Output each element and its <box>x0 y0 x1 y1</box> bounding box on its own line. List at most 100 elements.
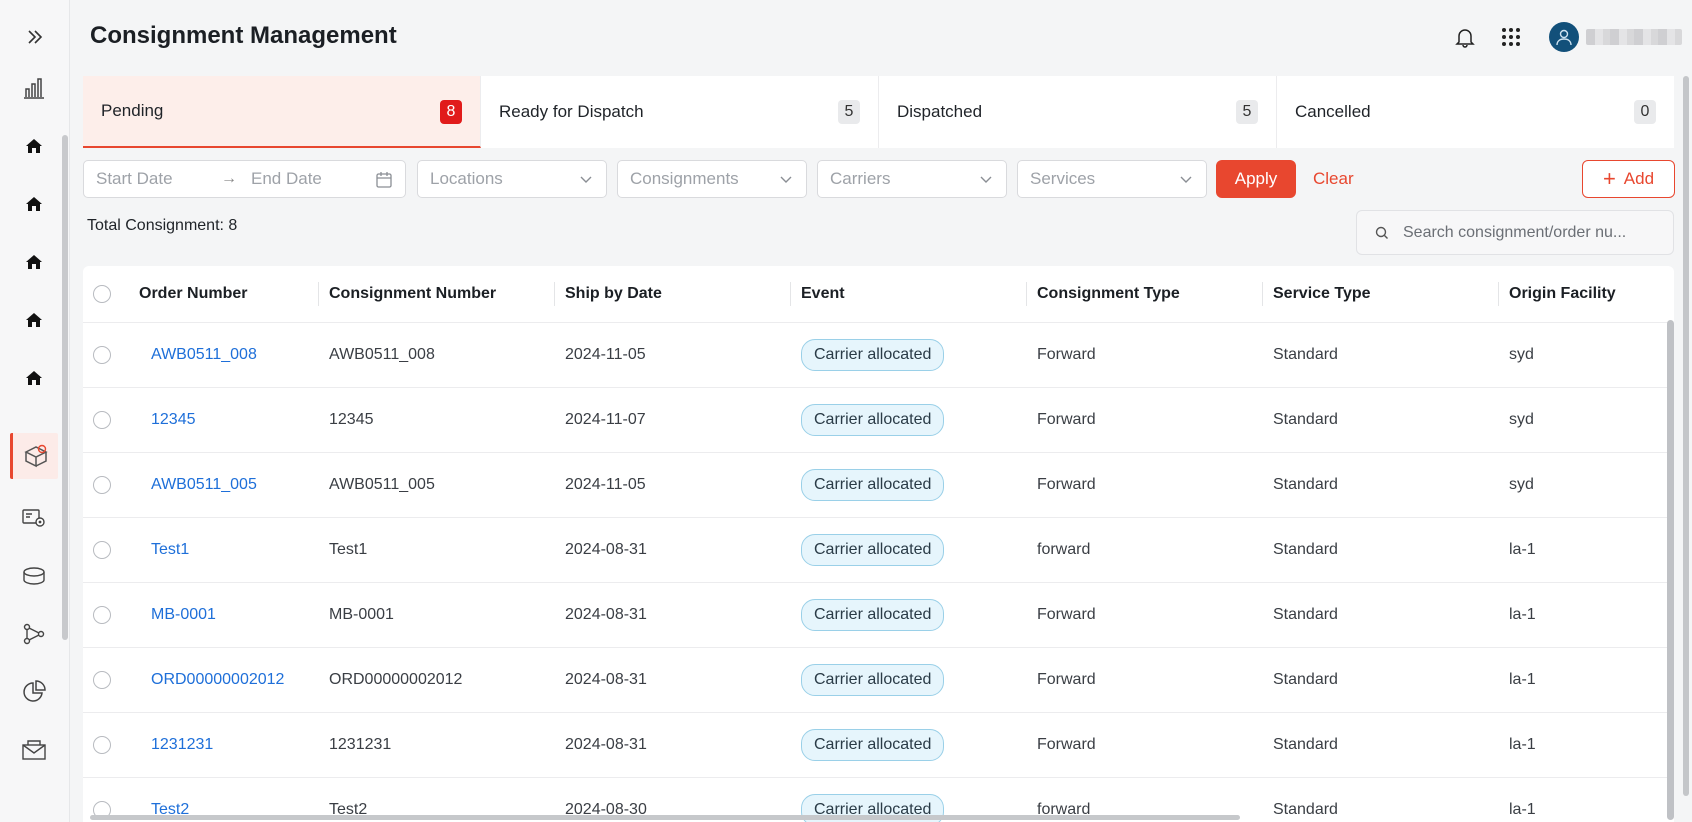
tab-ready-for-dispatch[interactable]: Ready for Dispatch 5 <box>481 76 879 148</box>
select-all-checkbox[interactable] <box>93 284 111 303</box>
order-number-link[interactable]: Test1 <box>139 541 189 558</box>
ship-by-date-cell: 2024-08-31 <box>555 517 791 583</box>
sidebar-item-home-4[interactable] <box>10 297 58 343</box>
search-box[interactable] <box>1356 210 1674 255</box>
consignments-select[interactable]: Consignments <box>617 160 807 198</box>
user-avatar-icon[interactable] <box>1549 22 1579 52</box>
row-select-checkbox[interactable] <box>93 735 111 754</box>
event-status-badge: Carrier allocated <box>801 728 945 761</box>
expand-sidebar-icon[interactable] <box>22 24 48 50</box>
column-header-consignment-number[interactable]: Consignment Number <box>319 266 555 323</box>
home-icon <box>26 197 42 211</box>
table-row[interactable]: MB-0001 MB-0001 2024-08-31 Carrier alloc… <box>83 582 1669 648</box>
consignment-type-cell: Forward <box>1027 712 1263 778</box>
envelope-icon <box>22 740 46 760</box>
consignment-number-cell: Test1 <box>319 517 555 583</box>
add-button[interactable]: + Add <box>1582 160 1675 198</box>
order-number-link[interactable]: AWB0511_005 <box>139 476 257 493</box>
table-row[interactable]: 1231231 1231231 2024-08-31 Carrier alloc… <box>83 712 1669 778</box>
column-header-consignment-type[interactable]: Consignment Type <box>1027 266 1263 323</box>
services-select[interactable]: Services <box>1017 160 1207 198</box>
consignment-type-cell: Forward <box>1027 582 1263 648</box>
tab-dispatched[interactable]: Dispatched 5 <box>879 76 1277 148</box>
sidebar-item-analytics[interactable] <box>10 65 58 111</box>
table-row[interactable]: AWB0511_005 AWB0511_005 2024-11-05 Carri… <box>83 452 1669 518</box>
sidebar-item-messages[interactable] <box>10 727 58 773</box>
row-select-checkbox[interactable] <box>93 345 111 364</box>
plus-icon: + <box>1602 166 1616 191</box>
tab-label: Ready for Dispatch <box>499 102 644 121</box>
tab-count-badge: 8 <box>440 100 462 124</box>
row-select-checkbox[interactable] <box>93 410 111 429</box>
origin-facility-cell: la-1 <box>1499 712 1669 778</box>
tab-pending[interactable]: Pending 8 <box>83 76 481 148</box>
table-row[interactable]: ORD00000002012 ORD00000002012 2024-08-31… <box>83 647 1669 713</box>
sidebar-item-home-2[interactable] <box>10 181 58 227</box>
locations-select[interactable]: Locations <box>417 160 607 198</box>
order-number-link[interactable]: MB-0001 <box>139 606 216 623</box>
carriers-select[interactable]: Carriers <box>817 160 1007 198</box>
apply-button[interactable]: Apply <box>1216 160 1296 198</box>
apps-grid-icon[interactable] <box>1500 26 1522 48</box>
top-header: Consignment Management <box>70 0 1692 74</box>
search-icon <box>1375 226 1388 239</box>
row-select-checkbox[interactable] <box>93 475 111 494</box>
table-vertical-scrollbar[interactable] <box>1667 320 1674 820</box>
row-select-checkbox[interactable] <box>93 670 111 689</box>
column-header-event[interactable]: Event <box>791 266 1027 323</box>
origin-facility-cell: syd <box>1499 452 1669 518</box>
column-header-service-type[interactable]: Service Type <box>1263 266 1499 323</box>
end-date-field[interactable]: End Date <box>251 169 371 189</box>
chevron-down-icon <box>780 176 792 183</box>
consignment-number-cell: AWB0511_005 <box>319 452 555 518</box>
clear-button[interactable]: Clear <box>1313 169 1354 189</box>
sidebar-item-home-5[interactable] <box>10 355 58 401</box>
sidebar-item-home-1[interactable] <box>10 123 58 169</box>
sidebar-item-configuration[interactable] <box>10 495 58 541</box>
tab-cancelled[interactable]: Cancelled 0 <box>1277 76 1674 148</box>
ship-by-date-cell: 2024-08-31 <box>555 712 791 778</box>
search-input[interactable] <box>1403 223 1643 242</box>
consignment-type-cell: Forward <box>1027 452 1263 518</box>
sidebar-item-reports[interactable] <box>10 669 58 715</box>
locations-placeholder: Locations <box>430 169 503 188</box>
event-status-badge: Carrier allocated <box>801 663 945 696</box>
table-row[interactable]: AWB0511_008 AWB0511_008 2024-11-05 Carri… <box>83 322 1669 388</box>
date-range-picker[interactable]: Start Date → End Date <box>83 160 406 198</box>
row-select-checkbox[interactable] <box>93 540 111 559</box>
user-name-redacted[interactable] <box>1586 29 1682 45</box>
page-scrollbar[interactable] <box>1683 76 1689 796</box>
bell-icon[interactable] <box>1454 26 1476 48</box>
service-type-cell: Standard <box>1263 517 1499 583</box>
consignment-type-cell: forward <box>1027 517 1263 583</box>
pie-chart-icon <box>23 680 46 702</box>
sidebar-item-database[interactable] <box>10 553 58 599</box>
sidebar-scrollbar[interactable] <box>62 135 68 640</box>
order-number-link[interactable]: 12345 <box>139 411 196 428</box>
settings-card-icon <box>22 509 45 527</box>
sidebar-item-consignments[interactable] <box>10 433 58 479</box>
tab-count-badge: 5 <box>838 100 860 124</box>
calendar-icon[interactable] <box>375 171 393 189</box>
tab-count-badge: 0 <box>1634 100 1656 124</box>
order-number-link[interactable]: AWB0511_008 <box>139 346 257 363</box>
service-type-cell: Standard <box>1263 582 1499 648</box>
sidebar-item-network[interactable] <box>10 611 58 657</box>
order-number-link[interactable]: 1231231 <box>139 736 213 753</box>
table-horizontal-scrollbar[interactable] <box>90 815 1240 820</box>
service-type-cell: Standard <box>1263 777 1499 822</box>
row-select-checkbox[interactable] <box>93 605 111 624</box>
services-placeholder: Services <box>1030 169 1096 188</box>
sidebar <box>0 0 70 822</box>
sidebar-item-home-3[interactable] <box>10 239 58 285</box>
home-icon <box>26 139 42 153</box>
column-header-order-number[interactable]: Order Number <box>129 266 319 323</box>
table-row[interactable]: Test1 Test1 2024-08-31 Carrier allocated… <box>83 517 1669 583</box>
bar-chart-icon <box>24 78 44 99</box>
consignment-type-cell: Forward <box>1027 387 1263 453</box>
start-date-field[interactable]: Start Date <box>96 169 221 189</box>
order-number-link[interactable]: ORD00000002012 <box>139 671 284 688</box>
column-header-ship-by-date[interactable]: Ship by Date <box>555 266 791 323</box>
table-row[interactable]: 12345 12345 2024-11-07 Carrier allocated… <box>83 387 1669 453</box>
column-header-origin-facility[interactable]: Origin Facility <box>1499 266 1669 323</box>
